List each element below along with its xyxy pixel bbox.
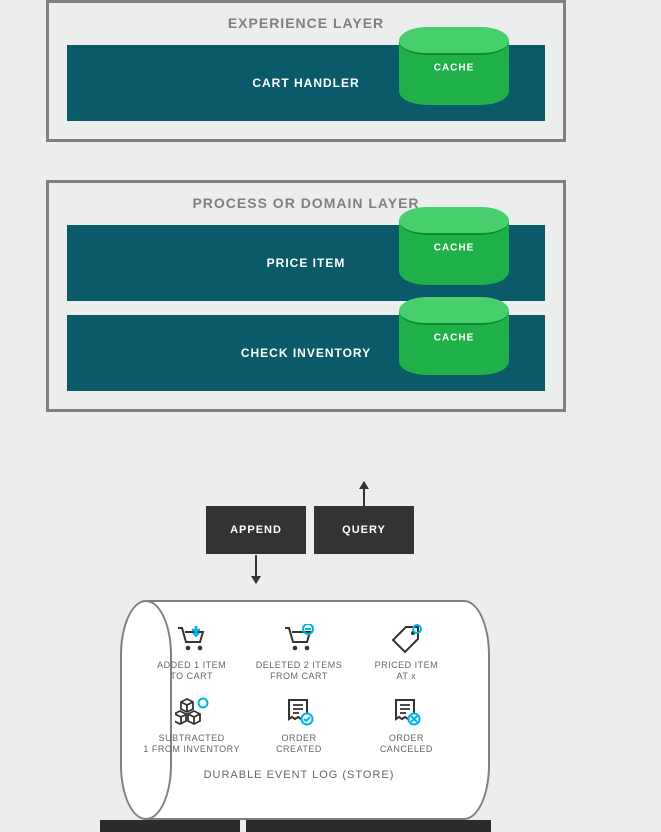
cart-remove-icon [249,622,348,656]
event-priced-item: PRICED ITEM AT x [357,622,456,683]
button-label: QUERY [342,524,386,536]
order-cancel-icon [357,695,456,729]
event-log-title: DURABLE EVENT LOG (STORE) [142,769,456,781]
cache-label: CACHE [399,243,509,254]
event-deleted-from-cart: DELETED 2 ITEMS FROM CART [249,622,348,683]
order-ok-icon [249,695,348,729]
event-subtracted-inventory: SUBTRACTED 1 FROM INVENTORY [142,695,241,756]
event-label: ORDER CREATED [249,733,348,756]
cache-cylinder: CACHE [399,297,509,375]
event-order-created: ORDER CREATED [249,695,348,756]
arrow-up-icon [363,482,365,506]
cache-cylinder: CACHE [399,207,509,285]
cache-label: CACHE [399,333,509,344]
event-grid: ADDED 1 ITEM TO CART DELETED 2 ITEMS FRO… [142,622,456,755]
event-label: SUBTRACTED 1 FROM INVENTORY [142,733,241,756]
bottom-strip [100,820,491,832]
cart-handler-bar: CART HANDLER CACHE [67,45,545,121]
arrow-down-icon [255,555,257,583]
button-label: APPEND [230,524,282,536]
cache-label: CACHE [399,63,509,74]
cart-add-icon [142,622,241,656]
tag-icon [357,622,456,656]
event-label: DELETED 2 ITEMS FROM CART [249,660,348,683]
event-order-canceled: ORDER CANCELED [357,695,456,756]
check-inventory-bar: CHECK INVENTORY CACHE [67,315,545,391]
event-label: ORDER CANCELED [357,733,456,756]
price-item-bar: PRICE ITEM CACHE [67,225,545,301]
experience-layer: EXPERIENCE LAYER CART HANDLER CACHE [46,0,566,142]
append-button[interactable]: APPEND [206,506,306,554]
cache-cylinder: CACHE [399,27,509,105]
query-button[interactable]: QUERY [314,506,414,554]
event-added-to-cart: ADDED 1 ITEM TO CART [142,622,241,683]
boxes-icon [142,695,241,729]
event-label: ADDED 1 ITEM TO CART [142,660,241,683]
event-log-store: ADDED 1 ITEM TO CART DELETED 2 ITEMS FRO… [120,600,490,820]
process-layer: PROCESS OR DOMAIN LAYER PRICE ITEM CACHE… [46,180,566,412]
event-label: PRICED ITEM AT x [357,660,456,683]
